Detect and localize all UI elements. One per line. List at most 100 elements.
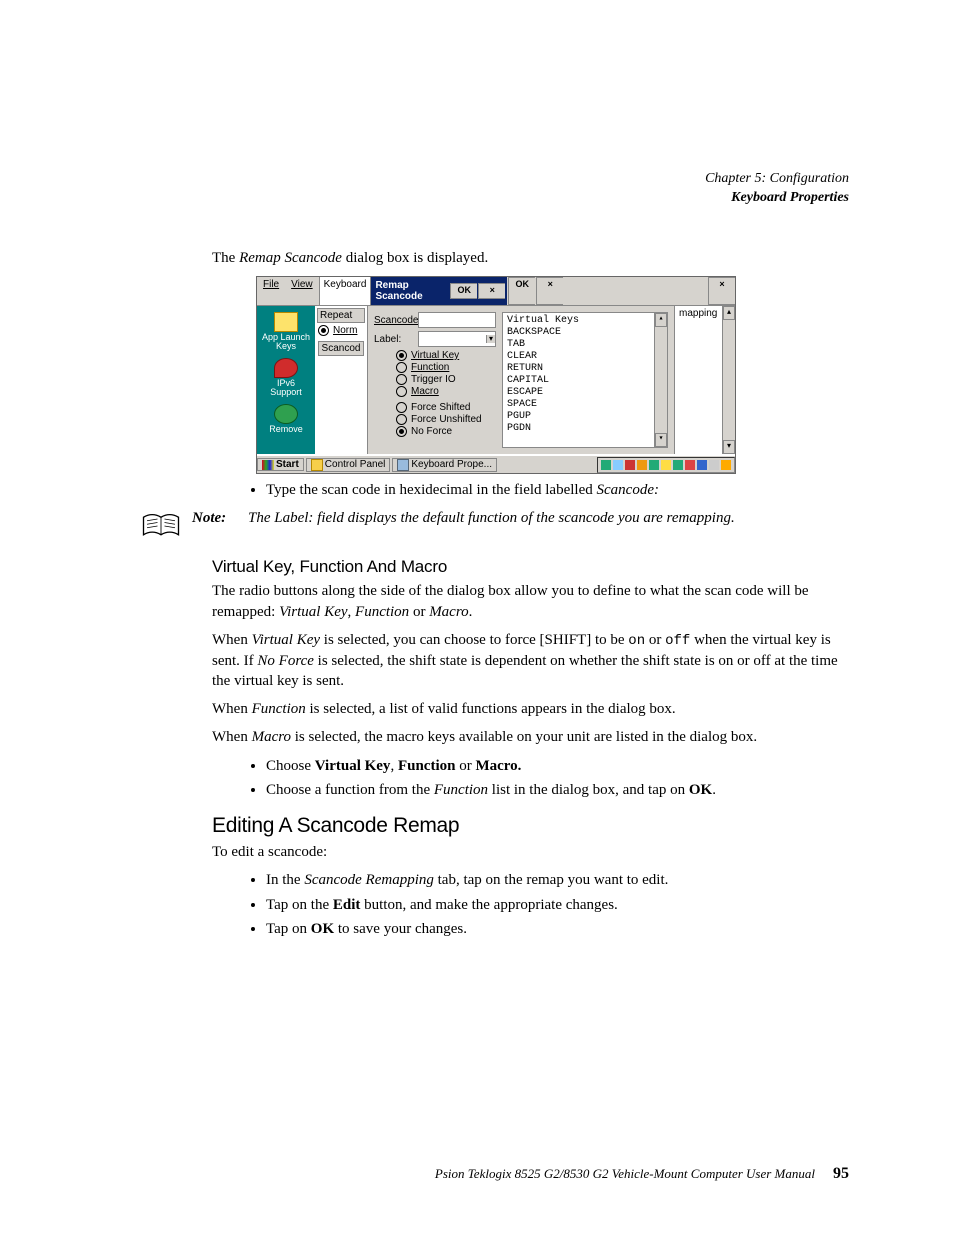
- intro-paragraph: The Remap Scancode dialog box is display…: [212, 248, 849, 268]
- heading-editing-scancode-remap: Editing A Scancode Remap: [212, 814, 849, 838]
- radio-norm[interactable]: [318, 325, 329, 336]
- radio-label: Trigger IO: [411, 374, 456, 385]
- tray-icon[interactable]: [649, 460, 659, 470]
- text: is selected, a list of valid functions a…: [306, 701, 676, 717]
- tray-icon[interactable]: [721, 460, 731, 470]
- text: Virtual Key: [252, 632, 320, 648]
- tab-keyboard[interactable]: Keyboard: [319, 277, 372, 305]
- titlebar-title: Remap Scancode: [373, 278, 449, 304]
- scancode-button[interactable]: Scancod: [318, 341, 364, 356]
- task-label: Control Panel: [325, 459, 386, 470]
- text: Remap Scancode: [239, 250, 342, 266]
- page-header: Chapter 5: Configuration Keyboard Proper…: [140, 170, 849, 208]
- titlebar-remap: Remap Scancode OK ×: [371, 277, 507, 305]
- icon-label: Support: [270, 388, 302, 397]
- radio-label: Function: [411, 362, 449, 373]
- task-keyboard-prope[interactable]: Keyboard Prope...: [392, 458, 497, 472]
- text: Function: [398, 758, 456, 774]
- list-item[interactable]: CAPITAL: [507, 375, 653, 387]
- task-control-panel[interactable]: Control Panel: [306, 458, 391, 472]
- radio-virtual-key[interactable]: [396, 350, 407, 361]
- text: Scancode:: [597, 482, 659, 498]
- bullet-item: In the Scancode Remapping tab, tap on th…: [266, 870, 849, 890]
- text: is selected, you can choose to force [SH…: [320, 632, 628, 648]
- scancode-input[interactable]: [418, 312, 496, 328]
- note-text: The Label: field displays the default fu…: [248, 510, 849, 547]
- text: .: [712, 782, 716, 798]
- ipv6-icon[interactable]: [274, 358, 298, 378]
- list-item[interactable]: ESCAPE: [507, 387, 653, 399]
- system-tray: [597, 457, 735, 473]
- outer-scrollbar[interactable]: ▴▾: [722, 306, 735, 454]
- bullet-item: Tap on OK to save your changes.: [266, 919, 849, 939]
- text: Macro: [252, 729, 291, 745]
- icon-label: Keys: [276, 342, 296, 351]
- tray-icon[interactable]: [601, 460, 611, 470]
- text: When: [212, 701, 252, 717]
- menu-file[interactable]: File: [257, 277, 285, 305]
- folder-icon: [311, 459, 323, 471]
- menubar: File View Keyboard Remap Scancode OK × O…: [257, 277, 735, 306]
- app-launch-icon[interactable]: [274, 312, 298, 332]
- tray-icon[interactable]: [625, 460, 635, 470]
- list-item[interactable]: Virtual Keys: [507, 315, 653, 327]
- text: or: [645, 632, 665, 648]
- text: .: [469, 604, 473, 620]
- radio-trigger-io[interactable]: [396, 374, 407, 385]
- list-item[interactable]: SPACE: [507, 399, 653, 411]
- tray-icon[interactable]: [709, 460, 719, 470]
- radio-no-force[interactable]: [396, 426, 407, 437]
- label-label: Label:: [374, 334, 418, 345]
- tray-icon[interactable]: [685, 460, 695, 470]
- list-item[interactable]: PGDN: [507, 423, 653, 435]
- radio-function[interactable]: [396, 362, 407, 373]
- virtual-keys-listbox[interactable]: Virtual Keys BACKSPACE TAB CLEAR RETURN …: [502, 312, 668, 448]
- section-line: Keyboard Properties: [140, 189, 849, 208]
- windows-flag-icon: [262, 460, 274, 470]
- radio-label: Force Shifted: [411, 402, 470, 413]
- listbox-scrollbar[interactable]: ▴▾: [654, 313, 667, 447]
- radio-force-shifted[interactable]: [396, 402, 407, 413]
- tray-icon[interactable]: [637, 460, 647, 470]
- text: is selected, the macro keys available on…: [291, 729, 757, 745]
- text: or: [409, 604, 429, 620]
- radio-macro[interactable]: [396, 386, 407, 397]
- list-item[interactable]: TAB: [507, 339, 653, 351]
- tab-repeat[interactable]: Repeat: [317, 308, 365, 323]
- text: Choose a function from the: [266, 782, 434, 798]
- text: ,: [348, 604, 356, 620]
- manual-title: Psion Teklogix 8525 G2/8530 G2 Vehicle-M…: [435, 1166, 815, 1182]
- radio-label: Virtual Key: [411, 350, 459, 361]
- text: ,: [390, 758, 398, 774]
- keyboard-icon: [397, 459, 409, 471]
- tray-icon[interactable]: [697, 460, 707, 470]
- task-label: Keyboard Prope...: [411, 459, 492, 470]
- text: list in the dialog box, and tap on: [488, 782, 689, 798]
- titlebar-close-button[interactable]: ×: [478, 283, 505, 299]
- background-window-fragment: mapping st s & ge ▴▾: [674, 306, 735, 454]
- paragraph: To edit a scancode:: [212, 842, 849, 862]
- tray-icon[interactable]: [613, 460, 623, 470]
- back-close-button[interactable]: ×: [536, 277, 563, 305]
- list-item[interactable]: BACKSPACE: [507, 327, 653, 339]
- list-item[interactable]: RETURN: [507, 363, 653, 375]
- list-item[interactable]: PGUP: [507, 411, 653, 423]
- tray-icon[interactable]: [661, 460, 671, 470]
- bullet-item: Choose Virtual Key, Function or Macro.: [266, 756, 849, 776]
- list-item[interactable]: CLEAR: [507, 351, 653, 363]
- label-combo[interactable]: [418, 331, 496, 347]
- text: dialog box is displayed.: [342, 250, 488, 266]
- outer-close-button[interactable]: ×: [708, 277, 735, 305]
- instruction-bullets-3: In the Scancode Remapping tab, tap on th…: [250, 870, 849, 939]
- menu-view[interactable]: View: [285, 277, 319, 305]
- remove-icon[interactable]: [274, 404, 298, 424]
- start-button[interactable]: Start: [257, 458, 304, 471]
- text: Tap on: [266, 921, 311, 937]
- remap-type-radios: Virtual Key Function Trigger IO Macro Fo…: [396, 350, 496, 437]
- radio-force-unshifted[interactable]: [396, 414, 407, 425]
- text: button, and make the appropriate changes…: [360, 897, 617, 913]
- text: off: [665, 633, 690, 649]
- back-ok-button[interactable]: OK: [508, 277, 535, 305]
- titlebar-ok-button[interactable]: OK: [450, 283, 477, 299]
- tray-icon[interactable]: [673, 460, 683, 470]
